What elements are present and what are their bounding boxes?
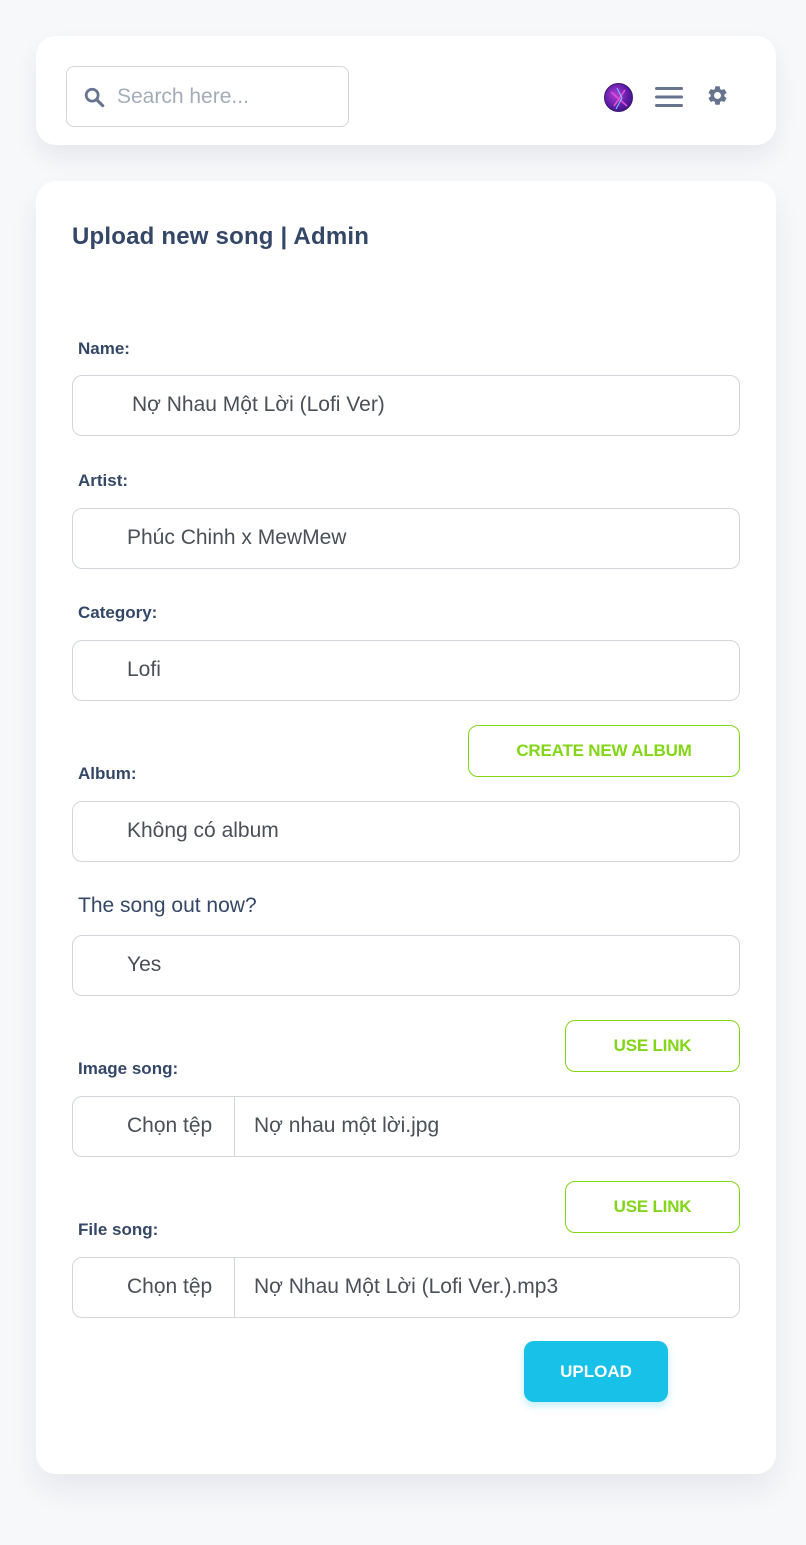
file-choose-file-button[interactable]: Chọn tệp [73,1258,235,1317]
search-input[interactable] [117,77,337,117]
top-navbar [36,36,776,145]
image-choose-file-label: Chọn tệp [127,1114,213,1137]
page-title: Upload new song | Admin [72,223,370,250]
name-field[interactable]: Nợ Nhau Một Lời (Lofi Ver) [72,375,740,436]
create-new-album-button[interactable]: CREATE NEW ALBUM [468,725,740,777]
hamburger-menu-icon[interactable] [655,86,683,108]
name-label: Name: [78,339,130,358]
song-file-name: Nợ Nhau Một Lời (Lofi Ver.).mp3 [254,1275,559,1298]
search-icon [84,87,105,108]
album-label: Album: [78,764,137,783]
file-choose-file-label: Chọn tệp [127,1275,213,1298]
artist-field[interactable]: Phúc Chinh x MewMew [72,508,740,569]
album-select[interactable]: Không có album [72,801,740,862]
file-use-link-button[interactable]: USE LINK [565,1181,740,1233]
upload-button[interactable]: UPLOAD [524,1341,668,1402]
image-song-label: Image song: [78,1059,179,1078]
category-label: Category: [78,603,158,622]
avatar[interactable] [604,83,633,112]
file-song-label: File song: [78,1220,159,1239]
avatar-image [610,87,628,110]
category-value: Lofi [127,658,161,681]
category-select[interactable]: Lofi [72,640,740,701]
artist-label: Artist: [78,471,129,490]
upload-song-card: Upload new song | Admin Name: Nợ Nhau Mộ… [36,181,776,1474]
out-now-select[interactable]: Yes [72,935,740,996]
out-now-label: The song out now? [78,894,257,917]
search-box[interactable] [66,66,349,127]
artist-value: Phúc Chinh x MewMew [127,526,347,549]
image-file-name: Nợ nhau một lời.jpg [254,1114,440,1137]
name-value: Nợ Nhau Một Lời (Lofi Ver) [132,393,385,416]
image-use-link-button[interactable]: USE LINK [565,1020,740,1072]
file-song-file-input[interactable]: Chọn tệp Nợ Nhau Một Lời (Lofi Ver.).mp3 [72,1257,740,1318]
album-value: Không có album [127,819,279,842]
gear-icon[interactable] [706,84,729,107]
out-now-value: Yes [127,953,162,976]
image-song-file-input[interactable]: Chọn tệp Nợ nhau một lời.jpg [72,1096,740,1157]
image-choose-file-button[interactable]: Chọn tệp [73,1097,235,1156]
